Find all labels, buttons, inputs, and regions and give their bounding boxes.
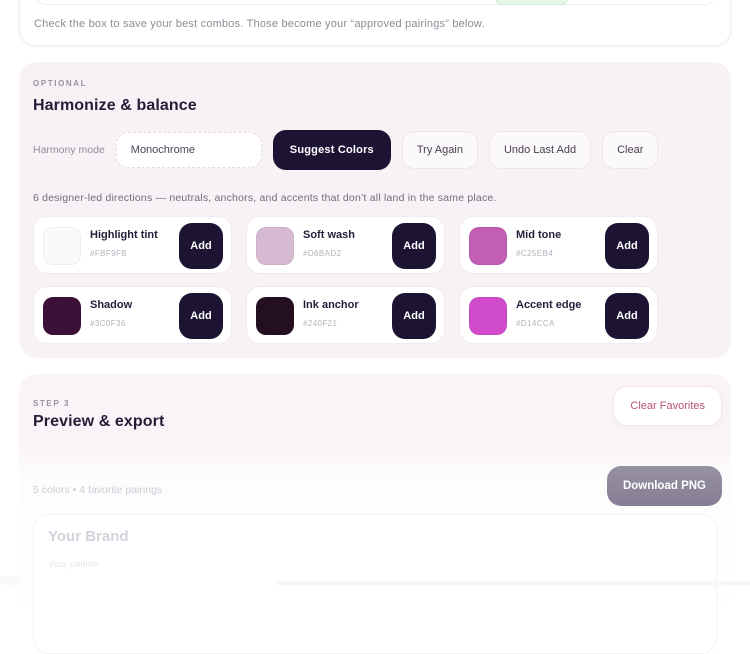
suggestion-name: Accent edge xyxy=(516,299,581,311)
add-button[interactable]: Add xyxy=(392,293,436,339)
brand-preview-title: Your Brand xyxy=(48,528,129,545)
suggestion-name: Ink anchor xyxy=(303,299,359,311)
harmonize-section: OPTIONAL Harmonize & balance Harmony mod… xyxy=(19,62,731,358)
color-swatch xyxy=(469,227,507,265)
color-swatch xyxy=(43,297,81,335)
color-swatch xyxy=(256,227,294,265)
harmony-controls-row: Harmony mode Monochrome Suggest Colors T… xyxy=(33,130,717,170)
approved-pairings-note-card: Check the box to save your best combos. … xyxy=(19,0,731,46)
suggestion-card: Soft wash #D6BAD2 Add xyxy=(246,216,445,274)
preview-export-title: Preview & export xyxy=(33,413,164,431)
suggestion-card: Ink anchor #240F21 Add xyxy=(246,286,445,344)
download-png-button[interactable]: Download PNG xyxy=(607,466,722,506)
try-again-button[interactable]: Try Again xyxy=(402,131,478,169)
suggestion-hex: #240F21 xyxy=(303,319,337,328)
palette-summary-text: 5 colors • 4 favorite pairings xyxy=(33,484,162,496)
color-swatch xyxy=(43,227,81,265)
suggest-colors-button[interactable]: Suggest Colors xyxy=(273,130,391,170)
suggestion-name: Mid tone xyxy=(516,229,561,241)
clipped-content-strip xyxy=(275,581,750,585)
harmony-mode-value: Monochrome xyxy=(131,144,195,156)
preview-export-section: STEP 3 Preview & export Clear Favorites … xyxy=(19,374,731,634)
suggestion-hex: #3C0F36 xyxy=(90,319,126,328)
step3-kicker: STEP 3 xyxy=(33,399,70,408)
suggestion-card: Mid tone #C25EB4 Add xyxy=(459,216,658,274)
suggestion-hex: #C25EB4 xyxy=(516,249,553,258)
pairings-hint-text: Check the box to save your best combos. … xyxy=(34,18,716,30)
suggestion-name: Highlight tint xyxy=(90,229,158,241)
add-button[interactable]: Add xyxy=(179,293,223,339)
suggestion-card: Shadow #3C0F36 Add xyxy=(33,286,232,344)
suggestions-grid: Highlight tint #FBF9FB Add Soft wash #D6… xyxy=(33,216,717,344)
clear-button[interactable]: Clear xyxy=(602,131,658,169)
suggestion-name: Soft wash xyxy=(303,229,355,241)
clipped-inner-card-fragment xyxy=(34,0,716,5)
partial-green-button[interactable] xyxy=(495,0,568,5)
color-swatch xyxy=(256,297,294,335)
add-button[interactable]: Add xyxy=(605,293,649,339)
suggestion-card: Accent edge #D14CCA Add xyxy=(459,286,658,344)
clipped-content-chip xyxy=(0,576,20,585)
suggestion-card: Highlight tint #FBF9FB Add xyxy=(33,216,232,274)
suggestions-description: 6 designer-led directions — neutrals, an… xyxy=(33,192,717,204)
undo-last-add-button[interactable]: Undo Last Add xyxy=(489,131,591,169)
color-swatch xyxy=(469,297,507,335)
harmonize-title: Harmonize & balance xyxy=(33,97,717,115)
optional-kicker: OPTIONAL xyxy=(33,79,717,88)
harmony-mode-select[interactable]: Monochrome xyxy=(116,132,262,168)
brand-preview-subtitle: Your palette xyxy=(48,559,98,570)
suggestion-name: Shadow xyxy=(90,299,132,311)
suggestion-hex: #D14CCA xyxy=(516,319,555,328)
clear-favorites-button[interactable]: Clear Favorites xyxy=(613,386,722,426)
harmony-mode-label: Harmony mode xyxy=(33,144,105,156)
add-button[interactable]: Add xyxy=(179,223,223,269)
add-button[interactable]: Add xyxy=(605,223,649,269)
suggestion-hex: #FBF9FB xyxy=(90,249,127,258)
suggestion-hex: #D6BAD2 xyxy=(303,249,341,258)
add-button[interactable]: Add xyxy=(392,223,436,269)
